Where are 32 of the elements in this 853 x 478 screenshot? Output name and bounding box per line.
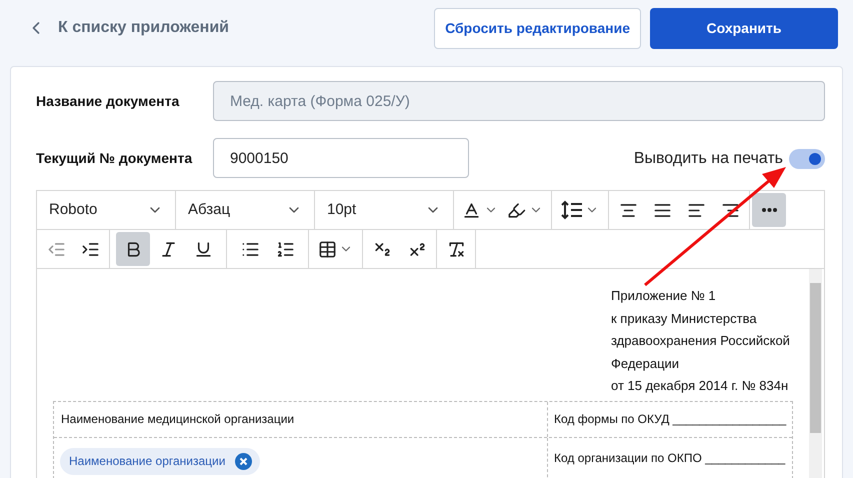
table-cell-text: Наименование медицинской организации: [61, 411, 294, 428]
scrollbar[interactable]: [809, 269, 822, 478]
print-toggle[interactable]: [789, 149, 825, 169]
remove-icon: [235, 452, 252, 470]
font-select[interactable]: Roboto: [37, 191, 176, 229]
numbered-list-icon: [276, 240, 294, 258]
table-icon: [318, 240, 337, 258]
document-text: от 15 декабря 2014 г. № 834н: [611, 377, 790, 395]
field-label: Название документа: [36, 92, 180, 111]
back-link[interactable]: К списку приложений: [26, 16, 230, 40]
document-text: к приказу Министерства: [611, 310, 758, 328]
line-height-icon: [561, 200, 583, 220]
reset-button[interactable]: Сбросить редактирование: [434, 8, 641, 48]
text-color-icon: [462, 200, 481, 220]
document-text: Федерации: [611, 354, 680, 373]
document-number-input[interactable]: 9000150: [213, 138, 469, 178]
ellipsis-icon: [762, 208, 776, 212]
organization-chip[interactable]: Наименование организации: [60, 448, 260, 474]
underline-icon: [194, 240, 212, 258]
clear-format-icon: [446, 240, 466, 258]
more-button[interactable]: [752, 193, 786, 227]
document-text: Приложение № 1: [611, 287, 717, 305]
table-cell-text: Код организации по ОКПО ____________: [554, 450, 786, 466]
bold-button[interactable]: [116, 232, 150, 266]
field-label: Текущий № документа: [36, 148, 194, 168]
block-select[interactable]: Абзац: [176, 191, 315, 229]
toggle-label: Выводить на печать: [634, 149, 783, 169]
save-button[interactable]: Сохранить: [650, 8, 838, 48]
size-select[interactable]: 10pt: [315, 191, 454, 229]
document-text: здравоохранения Российской: [611, 332, 791, 350]
highlighter-icon: [507, 200, 526, 220]
table-cell-text: Код формы по ОКУД _________________: [554, 411, 786, 428]
